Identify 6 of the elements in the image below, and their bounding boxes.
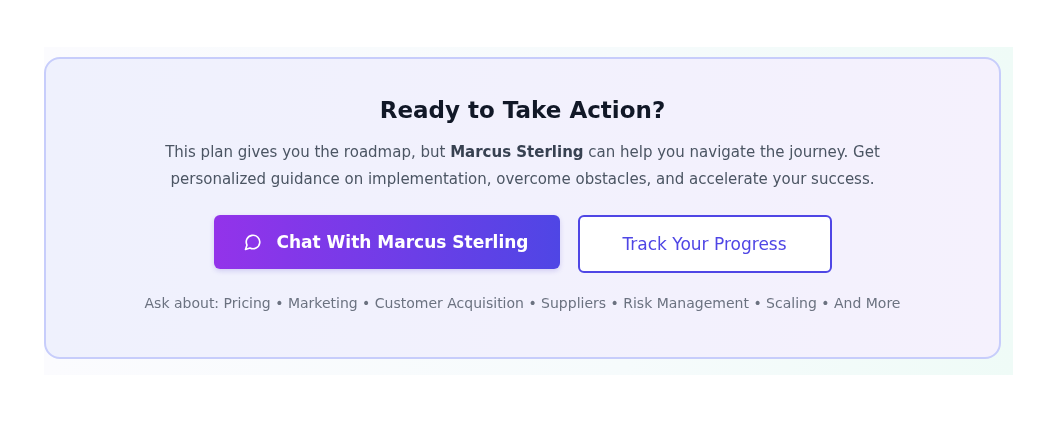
cta-title: Ready to Take Action?: [379, 97, 666, 123]
cta-description: This plan gives you the roadmap, but Marcus Sterling can help you navigate the journey. Get personalized guidance on implementation, overcome obstacles, and accelerate your success.: [164, 142, 881, 190]
track-progress-button[interactable]: Track Your Progress: [577, 215, 832, 273]
topics-text: Ask about: Pricing • Marketing • Customer Acquisition • Suppliers • Risk Management • Scaling • And More: [144, 295, 901, 311]
chat-button[interactable]: Chat With Marcus Sterling: [213, 215, 560, 269]
chat-bubble-icon: [244, 233, 263, 251]
